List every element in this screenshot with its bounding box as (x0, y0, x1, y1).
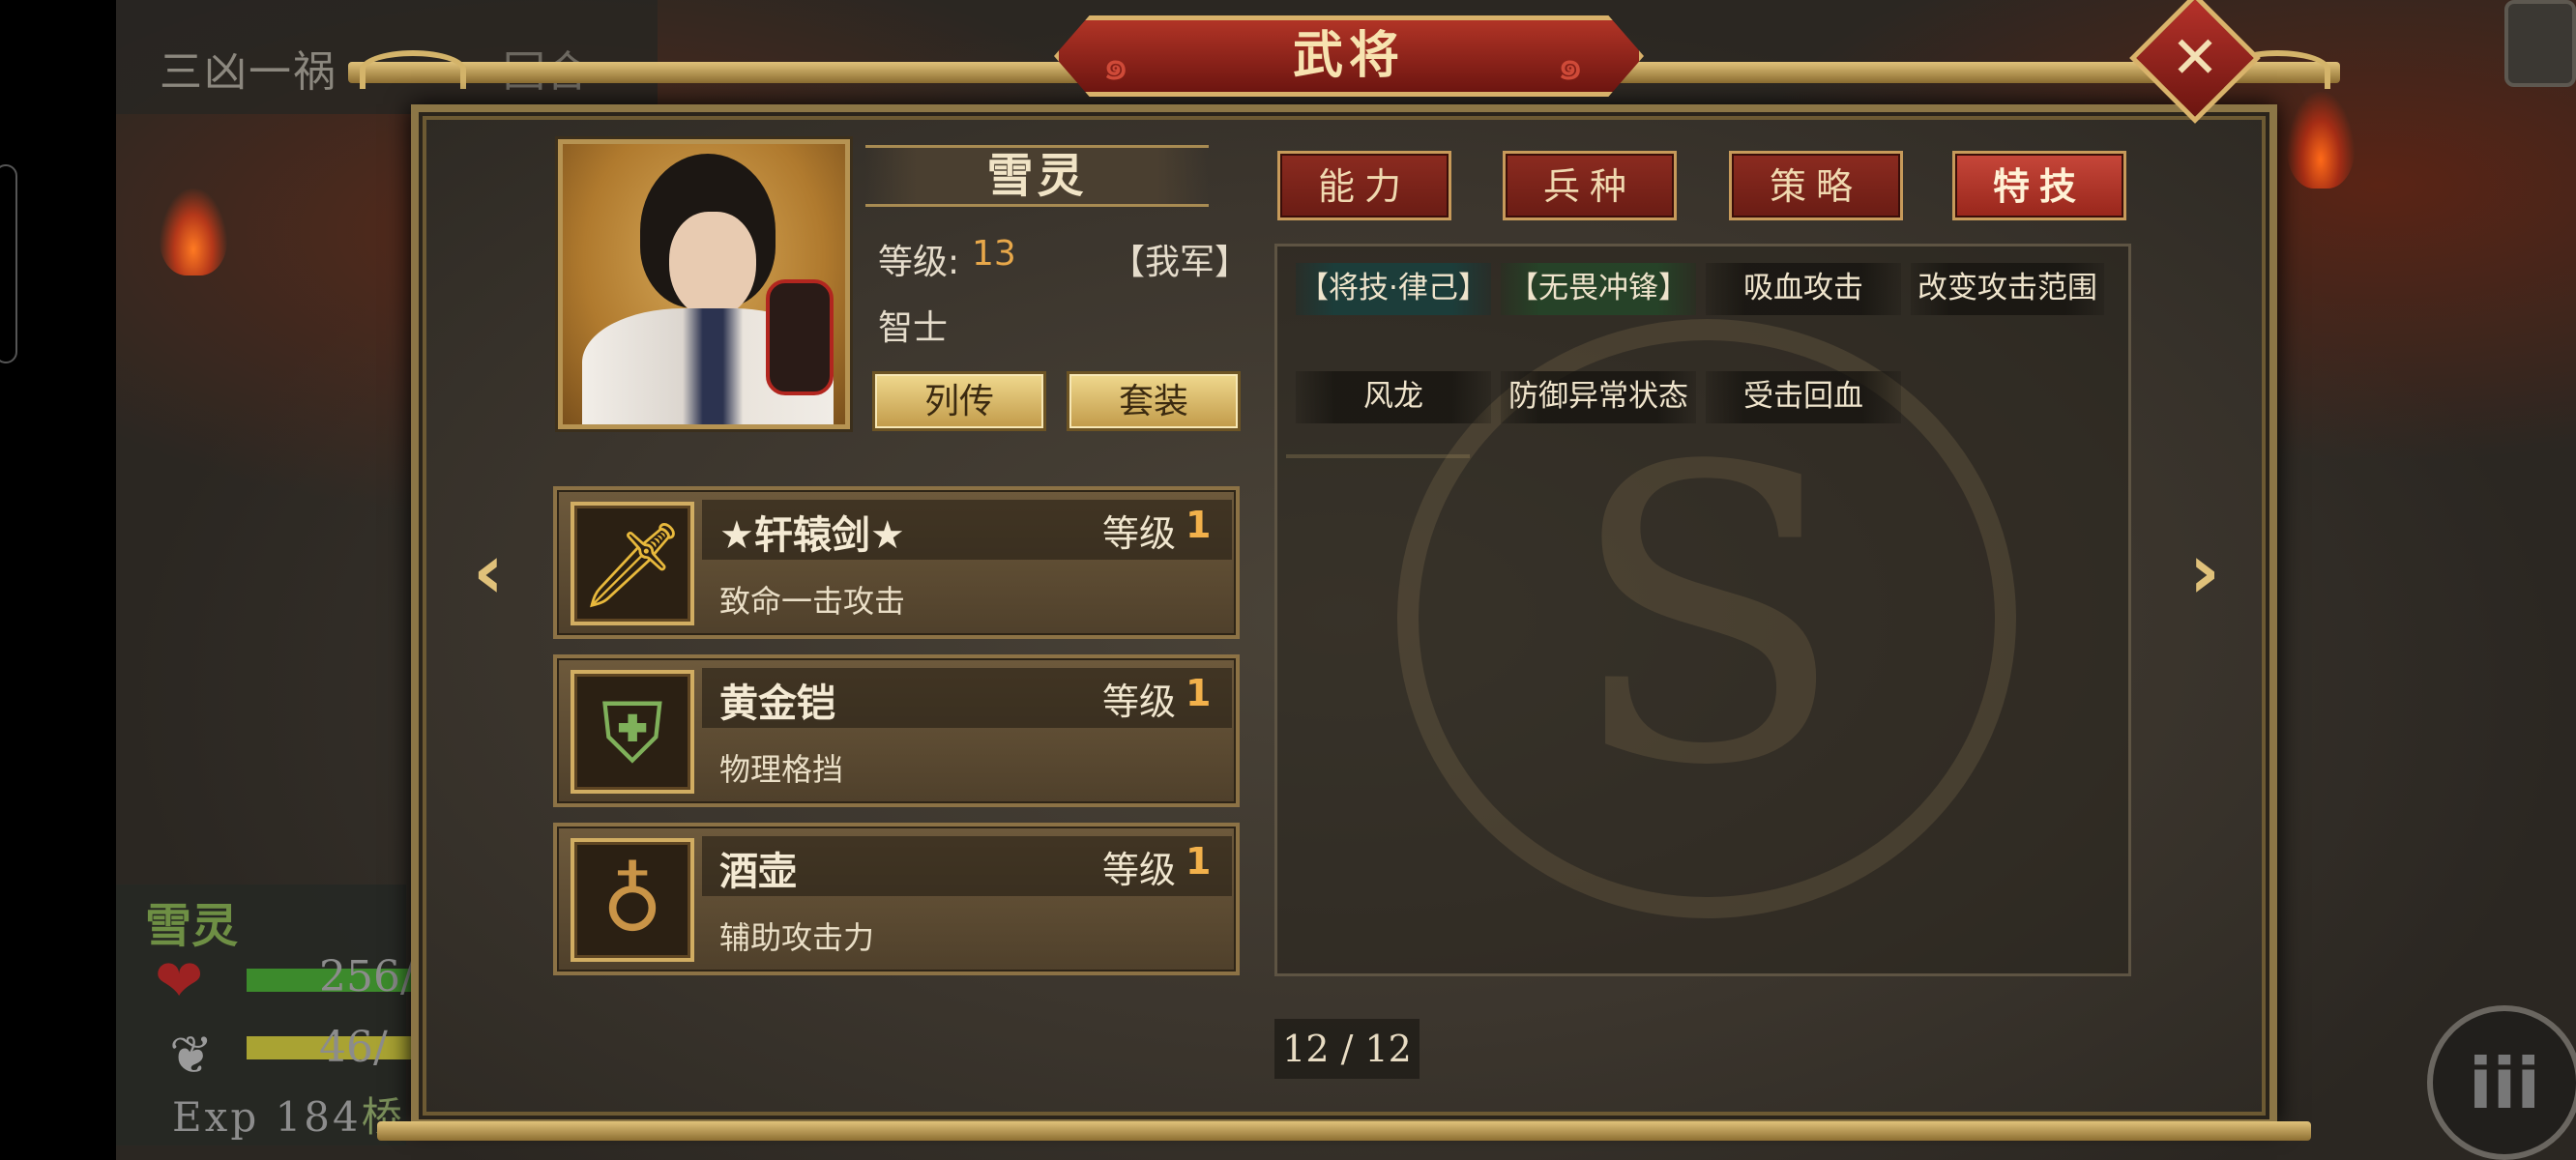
level-value: 13 (972, 234, 1016, 274)
scroll-ornament-icon (360, 50, 466, 89)
feather-icon: ❦ (169, 1025, 214, 1086)
gourd-icon: ♁ (571, 838, 694, 962)
equipment-slot-weapon[interactable]: 🗡 ★轩辕剑★ 等级 1 致命一击攻击 (553, 486, 1240, 639)
portrait-face (669, 212, 756, 318)
heart-icon: ❤ (155, 947, 204, 1015)
hero-portrait (558, 139, 850, 429)
screen-notch (0, 164, 17, 363)
fire-icon (160, 188, 227, 276)
close-icon[interactable]: ✕ (2149, 12, 2241, 104)
portrait-gauntlet (766, 279, 834, 395)
tab-troops[interactable]: 兵种 (1503, 151, 1677, 220)
tab-special-skills[interactable]: 特技 (1952, 151, 2126, 220)
exp-value: Exp 184 (172, 1093, 362, 1141)
skill-item[interactable]: 【无畏冲锋】 (1501, 263, 1696, 315)
equip-level-label: 等级 (1102, 512, 1177, 555)
equip-level: 1 (1186, 672, 1212, 714)
hero-name: 雪灵 (986, 149, 1088, 203)
previous-hero-arrow-icon[interactable]: ‹ (454, 534, 522, 611)
minimap-corner-icon[interactable] (2504, 0, 2576, 87)
equip-name: ★轩辕剑★ (719, 513, 905, 558)
skill-item[interactable]: 风龙 (1296, 371, 1491, 423)
skill-item[interactable]: 防御异常状态 (1501, 371, 1696, 423)
equipment-slot-accessory[interactable]: ♁ 酒壶 等级 1 辅助攻击力 (553, 823, 1240, 975)
equipment-slot-armor[interactable]: ⛨ 黄金铠 等级 1 物理格挡 (553, 654, 1240, 807)
dragon-icon: S (1567, 382, 1846, 855)
unit-name: 雪灵 (145, 899, 239, 953)
panel-bottom-rail (377, 1121, 2311, 1141)
skill-item[interactable]: 受击回血 (1706, 371, 1901, 423)
next-hero-arrow-icon[interactable]: › (2171, 534, 2239, 611)
exp-text: Exp 184桥 (172, 1085, 405, 1144)
equip-name: 黄金铠 (719, 682, 835, 726)
equip-level-label: 等级 (1102, 681, 1177, 723)
biography-button[interactable]: 列传 (872, 371, 1046, 431)
dialog-title: 武将 (1292, 27, 1405, 85)
fire-icon (2287, 92, 2355, 188)
hero-class: 智士 (878, 308, 949, 348)
tab-strategy[interactable]: 策略 (1729, 151, 1903, 220)
level-label: 等级: (878, 243, 960, 282)
hp-text: 256/ (319, 952, 415, 1001)
tab-ability[interactable]: 能力 (1277, 151, 1451, 220)
sword-icon: 🗡 (571, 502, 694, 625)
faction-label: 【我军】 (1110, 243, 1250, 282)
skill-item[interactable]: 【将技·律己】 (1296, 263, 1491, 315)
equip-name: 酒壶 (719, 850, 797, 894)
equip-desc: 致命一击攻击 (719, 583, 906, 620)
equip-level-label: 等级 (1102, 849, 1177, 891)
skill-item[interactable]: 改变攻击范围 (1911, 263, 2104, 315)
armor-icon: ⛨ (571, 670, 694, 794)
skill-item[interactable]: 吸血攻击 (1706, 263, 1901, 315)
equip-set-button[interactable]: 套装 (1067, 371, 1241, 431)
stage-title: 三凶一祸 (160, 47, 337, 97)
equip-level: 1 (1186, 840, 1212, 883)
page-indicator: 12 / 12 (1274, 1019, 1420, 1079)
equip-desc: 辅助攻击力 (719, 919, 875, 956)
menu-button[interactable]: iii (2427, 1005, 2576, 1160)
equip-desc: 物理格挡 (719, 751, 844, 788)
equip-level: 1 (1186, 504, 1212, 546)
divider (1286, 454, 1470, 474)
mp-text: 46/ (319, 1023, 388, 1072)
screen-edge (0, 0, 116, 1160)
